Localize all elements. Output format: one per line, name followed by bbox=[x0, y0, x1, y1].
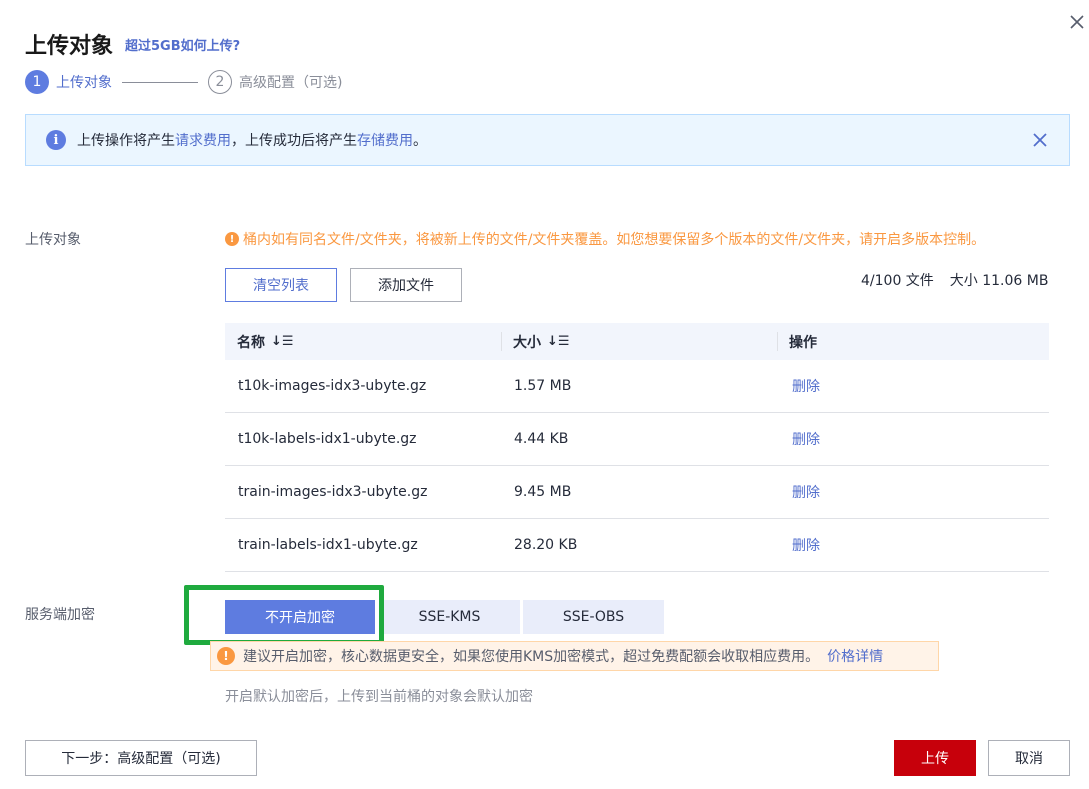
sort-icon[interactable]: ↓☰ bbox=[547, 334, 570, 349]
upload-objects-label: 上传对象 bbox=[25, 232, 81, 248]
encryption-option-none[interactable]: 不开启加密 bbox=[225, 600, 375, 634]
delete-link[interactable]: 删除 bbox=[777, 429, 1049, 449]
table-row: t10k-images-idx3-ubyte.gz 1.57 MB 删除 bbox=[225, 360, 1049, 413]
table-row: t10k-labels-idx1-ubyte.gz 4.44 KB 删除 bbox=[225, 413, 1049, 466]
name-column-header[interactable]: 名称 ↓☰ bbox=[225, 323, 501, 360]
step-1-number: 1 bbox=[25, 70, 49, 94]
fee-info-middle: ，上传成功后将产生 bbox=[231, 133, 357, 149]
table-row: train-images-idx3-ubyte.gz 9.45 MB 删除 bbox=[225, 466, 1049, 519]
page-title: 上传对象 bbox=[25, 34, 114, 59]
encryption-tip: ! 建议开启加密，核心数据更安全，如果您使用KMS加密模式，超过免费配额会收取相… bbox=[210, 641, 939, 671]
file-name: train-labels-idx1-ubyte.gz bbox=[238, 537, 418, 553]
file-name: t10k-images-idx3-ubyte.gz bbox=[238, 378, 427, 394]
request-fee-link[interactable]: 请求费用 bbox=[175, 133, 231, 149]
storage-fee-link[interactable]: 存储费用 bbox=[357, 133, 413, 149]
alert-icon: ! bbox=[217, 647, 235, 665]
encryption-option-sse-kms[interactable]: SSE-KMS bbox=[379, 600, 520, 634]
add-file-button[interactable]: 添加文件 bbox=[350, 268, 462, 302]
step-2-number: 2 bbox=[208, 70, 232, 94]
dialog-close-icon[interactable] bbox=[1067, 12, 1087, 32]
banner-close-icon[interactable] bbox=[1031, 131, 1049, 149]
overwrite-warning: ! 桶内如有同名文件/文件夹，将被新上传的文件/文件夹覆盖。如您想要保留多个版本… bbox=[225, 229, 985, 249]
file-name: t10k-labels-idx1-ubyte.gz bbox=[238, 431, 417, 447]
name-header-label: 名称 bbox=[237, 334, 265, 351]
warning-icon: ! bbox=[225, 232, 239, 246]
delete-link[interactable]: 删除 bbox=[777, 535, 1049, 555]
cancel-button[interactable]: 取消 bbox=[988, 740, 1070, 776]
file-size: 1.57 MB bbox=[514, 378, 572, 394]
step-1-label: 上传对象 bbox=[56, 75, 112, 91]
fee-info-prefix: 上传操作将产生 bbox=[77, 133, 175, 149]
step-indicator: 1 上传对象 2 高级配置（可选) bbox=[25, 69, 342, 95]
price-details-link[interactable]: 价格详情 bbox=[827, 646, 883, 666]
total-size: 大小 11.06 MB bbox=[949, 273, 1049, 289]
default-encryption-hint: 开启默认加密后，上传到当前桶的对象会默认加密 bbox=[225, 689, 533, 705]
file-name: train-images-idx3-ubyte.gz bbox=[238, 484, 428, 500]
step-connector bbox=[122, 81, 198, 83]
file-summary: 4/100 文件 大小 11.06 MB bbox=[861, 270, 1048, 290]
next-step-button[interactable]: 下一步：高级配置（可选) bbox=[25, 740, 257, 776]
clear-list-button[interactable]: 清空列表 bbox=[225, 268, 337, 302]
fee-info-suffix: 。 bbox=[413, 133, 427, 149]
large-upload-help-link[interactable]: 超过5GB如何上传? bbox=[125, 35, 240, 54]
action-header-label: 操作 bbox=[789, 334, 817, 351]
table-header: 名称 ↓☰ 大小 ↓☰ 操作 bbox=[225, 323, 1049, 360]
delete-link[interactable]: 删除 bbox=[777, 376, 1049, 396]
upload-button[interactable]: 上传 bbox=[894, 740, 976, 776]
file-table: 名称 ↓☰ 大小 ↓☰ 操作 t10k-images-idx3-ubyte.gz… bbox=[225, 323, 1049, 572]
encryption-tip-text: 建议开启加密，核心数据更安全，如果您使用KMS加密模式，超过免费配额会收取相应费… bbox=[243, 649, 820, 665]
file-size: 28.20 KB bbox=[514, 537, 578, 553]
server-encryption-label: 服务端加密 bbox=[25, 607, 95, 623]
delete-link[interactable]: 删除 bbox=[777, 482, 1049, 502]
step-2-label: 高级配置（可选) bbox=[239, 75, 343, 91]
info-icon: i bbox=[46, 130, 66, 150]
encryption-option-sse-obs[interactable]: SSE-OBS bbox=[523, 600, 664, 634]
file-size: 9.45 MB bbox=[514, 484, 572, 500]
sort-icon[interactable]: ↓☰ bbox=[271, 334, 294, 349]
table-row: train-labels-idx1-ubyte.gz 28.20 KB 删除 bbox=[225, 519, 1049, 572]
size-header-label: 大小 bbox=[513, 334, 541, 351]
overwrite-warning-text: 桶内如有同名文件/文件夹，将被新上传的文件/文件夹覆盖。如您想要保留多个版本的文… bbox=[243, 232, 986, 248]
fee-info-text: 上传操作将产生请求费用，上传成功后将产生存储费用。 bbox=[77, 130, 427, 150]
file-size: 4.44 KB bbox=[514, 431, 569, 447]
fee-info-banner: i 上传操作将产生请求费用，上传成功后将产生存储费用。 bbox=[25, 114, 1070, 166]
size-column-header[interactable]: 大小 ↓☰ bbox=[501, 323, 777, 360]
file-count: 4/100 文件 bbox=[861, 273, 934, 289]
action-column-header: 操作 bbox=[777, 323, 1049, 360]
